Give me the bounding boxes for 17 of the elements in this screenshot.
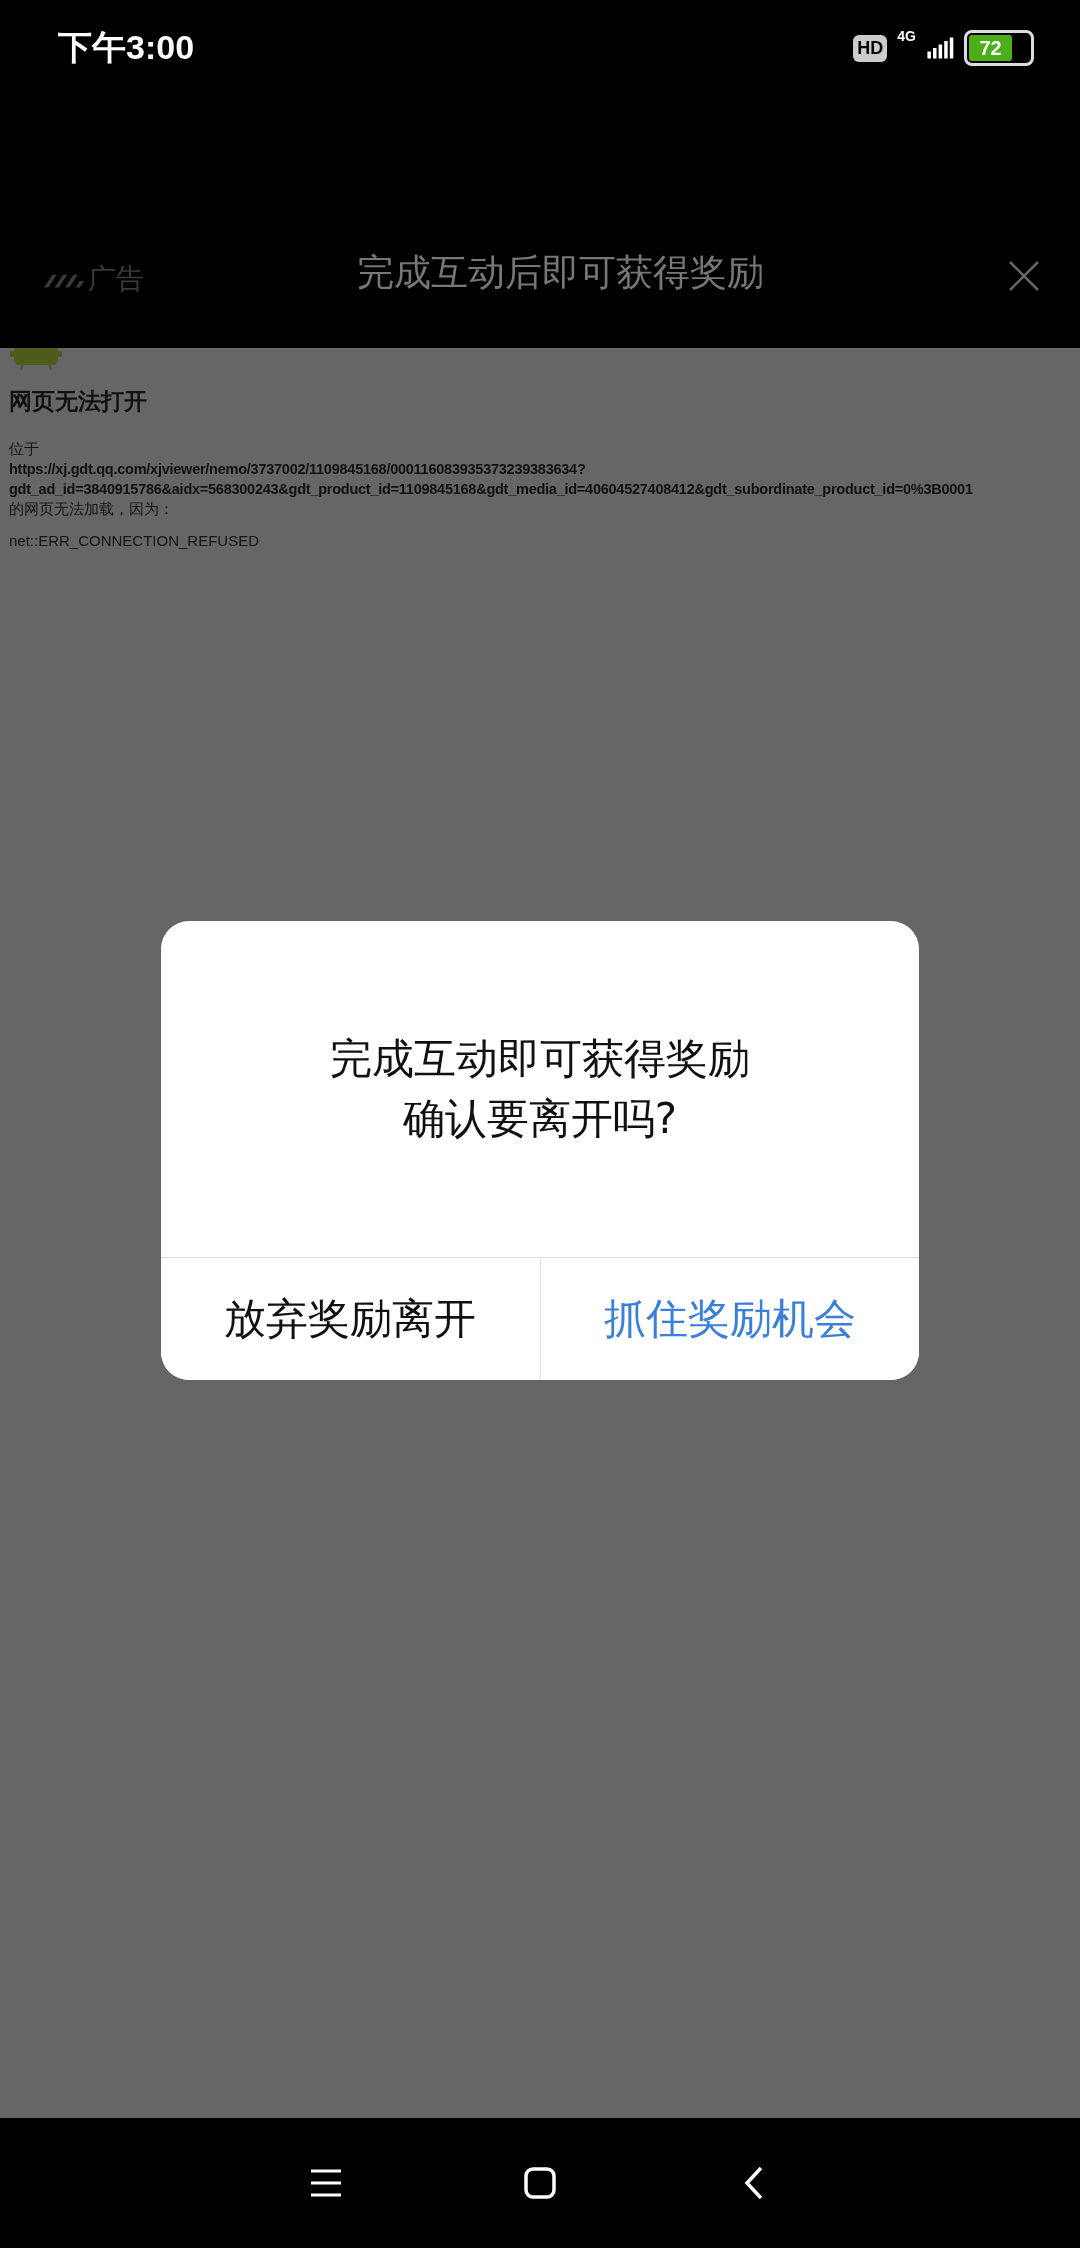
error-heading: 网页无法打开 <box>9 387 148 416</box>
network-type: 4G <box>897 28 916 44</box>
location-prefix: 位于 <box>9 439 40 459</box>
page-url: gdt_ad_id=3840915786&aidx=568300243&gdt_product_id=1109845168&gdt_media_id=40604527408412&gdt_subordinate_product_id=0%3B0001 <box>9 480 974 499</box>
hd-badge: HD <box>853 34 888 62</box>
signal-icon <box>926 36 954 60</box>
accept-button[interactable]: 抓住奖励机会 <box>539 1258 919 1380</box>
ad-label: 广告 <box>88 261 144 297</box>
battery-level: 72 <box>969 35 1013 61</box>
error-message: 的网页无法加载，因为： <box>9 499 175 519</box>
error-code: net::ERR_CONNECTION_REFUSED <box>9 531 261 551</box>
close-icon[interactable] <box>1008 260 1040 292</box>
home-icon[interactable] <box>523 2166 557 2200</box>
page-url: https://xj.gdt.qq.com/xjviewer/nemo/3737002/1109845168/000116083935373239383634? <box>9 460 587 479</box>
robot-icon <box>9 348 63 370</box>
ad-title: 完成互动后即可获得奖励 <box>355 250 765 296</box>
status-time: 下午3:00 <box>58 27 195 68</box>
